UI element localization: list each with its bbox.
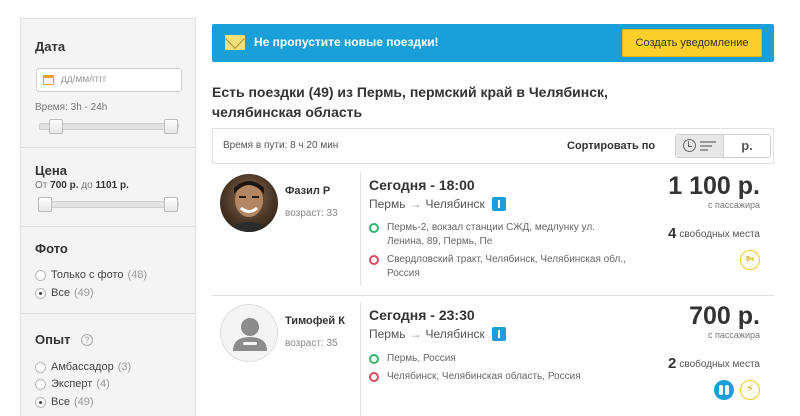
available-seats: 4 свободных места	[668, 225, 760, 242]
divider	[21, 313, 195, 314]
time-range-slider[interactable]	[39, 119, 179, 134]
radio-button[interactable]	[35, 361, 46, 373]
driver-avatar	[220, 304, 278, 362]
results-heading: Есть поездки (49) из Пермь, пермский кра…	[212, 84, 608, 120]
clock-icon	[683, 139, 696, 152]
driver-photo-icon	[224, 181, 274, 232]
divider	[21, 226, 195, 227]
sort-lines-icon	[700, 141, 718, 153]
trip-departure-time: Сегодня - 23:30	[369, 307, 475, 323]
highway-icon	[491, 197, 506, 211]
photo-option-all[interactable]: Все (49)	[35, 287, 94, 299]
divider	[360, 302, 361, 416]
pickup-location: Пермь, Россия	[369, 352, 629, 366]
pickup-location: Пермь-2, вокзал станции СЖД, медлунку ул…	[369, 221, 629, 249]
arrow-right-icon: →	[409, 327, 422, 341]
lightning-icon: ⚡	[740, 380, 760, 400]
calendar-icon	[43, 75, 54, 85]
trip-route: Пермь → Челябинск	[369, 327, 506, 341]
trip-route: Пермь → Челябинск	[369, 197, 506, 211]
pickup-marker-icon	[369, 354, 379, 364]
mail-icon	[225, 35, 245, 50]
price-section-title: Цена	[35, 163, 67, 178]
price-per-passenger: с пассажира	[708, 330, 760, 340]
create-alert-button[interactable]: Создать уведомление	[622, 29, 762, 57]
travel-duration: Время в пути: 8 ч 20 мин	[223, 140, 339, 151]
trip-card[interactable]: Фазил Р возраст: 33 Сегодня - 18:00 Перм…	[212, 166, 774, 296]
trip-card[interactable]: Тимофей К возраст: 35 Сегодня - 23:30 Пе…	[212, 296, 774, 416]
time-range-label: Время: 3h - 24h	[35, 102, 108, 113]
dropoff-location: Свердловский тракт, Челябинск, Челябинск…	[369, 253, 629, 281]
driver-name[interactable]: Тимофей К	[285, 315, 345, 327]
sort-by-price-button[interactable]: р.	[724, 135, 770, 157]
price-slider-min-handle[interactable]	[38, 197, 52, 212]
pickup-marker-icon	[369, 223, 379, 233]
people-icon	[714, 380, 734, 400]
experience-section-title: Опыт ?	[35, 331, 183, 349]
date-section-title: Дата	[35, 39, 66, 54]
driver-age: возраст: 35	[285, 338, 338, 349]
sort-by-time-button[interactable]	[676, 135, 724, 157]
filter-sidebar: Дата дд/мм/гггг Время: 3h - 24h Цена От …	[20, 18, 196, 416]
alert-banner: Не пропустите новые поездки! Создать уве…	[212, 24, 774, 62]
price-per-passenger: с пассажира	[708, 200, 760, 210]
experience-option-expert[interactable]: Эксперт (4)	[35, 378, 110, 390]
duration-badge-icon: 8ч	[740, 250, 760, 270]
photo-option-with-photo[interactable]: Только с фото (48)	[35, 269, 147, 281]
user-placeholder-icon	[233, 318, 267, 351]
time-slider-max-handle[interactable]	[164, 119, 178, 134]
price-slider-max-handle[interactable]	[164, 197, 178, 212]
dropoff-marker-icon	[369, 372, 379, 382]
sort-toggle: р.	[675, 134, 771, 158]
available-seats: 2 свободных места	[668, 355, 760, 372]
radio-button-selected[interactable]	[35, 287, 46, 299]
experience-option-ambassador[interactable]: Амбассадор (3)	[35, 361, 131, 373]
highway-icon	[491, 327, 506, 341]
trip-price: 700 р.	[689, 302, 760, 330]
help-icon[interactable]: ?	[80, 334, 93, 346]
radio-button-selected[interactable]	[35, 396, 46, 408]
date-placeholder: дд/мм/гггг	[61, 74, 107, 85]
divider	[360, 172, 361, 286]
driver-avatar	[220, 174, 278, 232]
radio-button[interactable]	[35, 269, 46, 281]
date-input[interactable]: дд/мм/гггг	[36, 68, 182, 92]
driver-name[interactable]: Фазил Р	[285, 185, 330, 197]
sort-label: Сортировать по	[567, 140, 656, 152]
divider	[21, 147, 195, 148]
trip-price: 1 100 р.	[668, 172, 760, 200]
price-range-text: От 700 р. до 1101 р.	[35, 180, 129, 191]
time-slider-min-handle[interactable]	[49, 119, 63, 134]
sort-bar: Время в пути: 8 ч 20 мин Сортировать по …	[212, 128, 774, 164]
radio-button[interactable]	[35, 378, 46, 390]
experience-option-all[interactable]: Все (49)	[35, 396, 94, 408]
price-range-slider[interactable]	[38, 197, 179, 212]
dropoff-location: Челябинск, Челябинская область, Россия	[369, 370, 629, 384]
banner-text: Не пропустите новые поездки!	[254, 35, 439, 49]
arrow-right-icon: →	[409, 197, 422, 211]
driver-age: возраст: 33	[285, 208, 338, 219]
trip-departure-time: Сегодня - 18:00	[369, 177, 475, 193]
dropoff-marker-icon	[369, 255, 379, 265]
photo-section-title: Фото	[35, 241, 68, 256]
